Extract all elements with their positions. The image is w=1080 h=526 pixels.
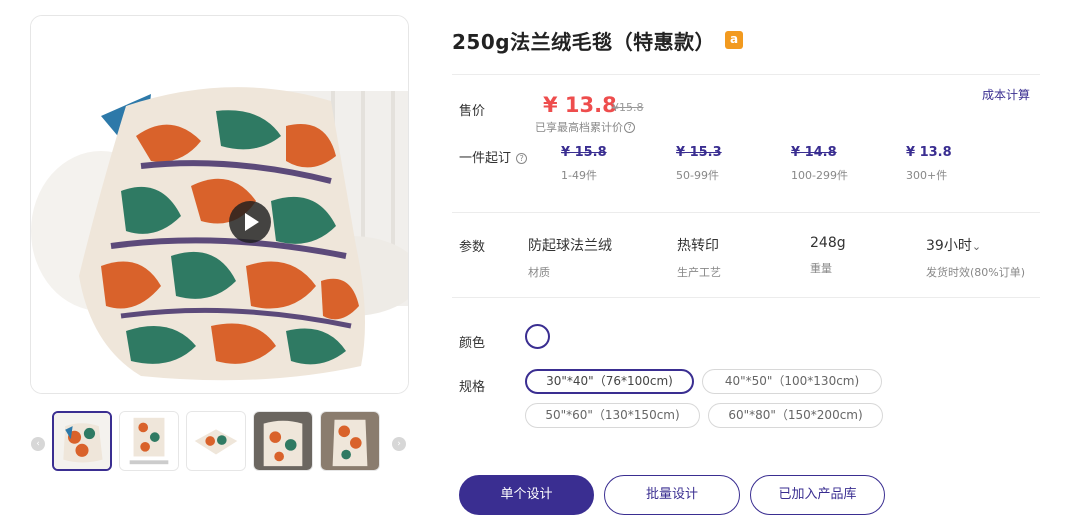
divider bbox=[452, 74, 1040, 75]
size-label: 规格 bbox=[459, 380, 486, 395]
price-tier-4: ¥ 13.8 300+件 bbox=[906, 145, 952, 183]
min-order-label-text: 一件起订 bbox=[459, 151, 512, 166]
thumbnail-3[interactable] bbox=[186, 411, 246, 471]
param-value: 248g bbox=[810, 235, 846, 251]
param-value: 热转印 bbox=[677, 238, 719, 254]
thumbnail-strip bbox=[52, 411, 382, 473]
added-to-library-button[interactable]: 已加入产品库 bbox=[750, 475, 885, 515]
param-name: 生产工艺 bbox=[677, 266, 721, 279]
help-icon[interactable]: ? bbox=[624, 122, 635, 133]
color-swatch[interactable] bbox=[525, 324, 550, 349]
tier-range: 100-299件 bbox=[791, 169, 848, 182]
size-option-3[interactable]: 50"*60"（130*150cm) bbox=[525, 403, 700, 428]
blanket-photo bbox=[31, 16, 408, 393]
param-material: 防起球法兰绒 材质 bbox=[528, 235, 612, 280]
tier-range: 1-49件 bbox=[561, 169, 597, 182]
amazon-icon: a bbox=[725, 31, 744, 49]
param-name: 材质 bbox=[528, 266, 550, 279]
param-name: 重量 bbox=[810, 262, 832, 275]
help-icon[interactable]: ? bbox=[516, 153, 528, 164]
tier-price: ¥ 14.8 bbox=[791, 145, 837, 160]
param-weight: 248g 重量 bbox=[810, 235, 846, 276]
price-tier-2: ¥ 15.3 50-99件 bbox=[676, 145, 722, 183]
batch-design-button[interactable]: 批量设计 bbox=[604, 475, 740, 515]
price-note-text: 已享最高档累计价 bbox=[535, 121, 623, 134]
param-name: 发货时效(80%订单) bbox=[926, 266, 1026, 279]
play-video-icon[interactable] bbox=[229, 201, 271, 243]
product-title: 250g法兰绒毛毯（特惠款） bbox=[452, 29, 716, 54]
cost-calculation-link[interactable]: 成本计算 bbox=[982, 86, 1030, 103]
param-value: 防起球法兰绒 bbox=[528, 238, 612, 254]
thumbnail-5[interactable] bbox=[320, 411, 380, 471]
product-title-row: 250g法兰绒毛毯（特惠款） a bbox=[452, 26, 744, 54]
divider bbox=[452, 297, 1040, 298]
original-price: ¥15.8 bbox=[612, 101, 644, 114]
thumbnail-4[interactable] bbox=[253, 411, 313, 471]
price-note: 已享最高档累计价? bbox=[535, 119, 635, 135]
product-main-image[interactable] bbox=[30, 15, 409, 394]
thumbnail-2[interactable] bbox=[119, 411, 179, 471]
tier-price: ¥ 15.3 bbox=[676, 145, 722, 160]
current-price: ¥ 13.8 bbox=[543, 93, 617, 117]
tier-price: ¥ 15.8 bbox=[561, 145, 607, 160]
params-label: 参数 bbox=[459, 240, 486, 255]
size-option-2[interactable]: 40"*50"（100*130cm) bbox=[702, 369, 882, 394]
param-shipping-time[interactable]: 39小时⌄ 发货时效(80%订单) bbox=[926, 235, 1025, 280]
tier-range: 50-99件 bbox=[676, 169, 719, 182]
price-label: 售价 bbox=[459, 104, 486, 119]
size-option-1[interactable]: 30"*40"（76*100cm) bbox=[525, 369, 694, 394]
param-value[interactable]: 39小时⌄ bbox=[926, 235, 1025, 255]
param-process: 热转印 生产工艺 bbox=[677, 235, 721, 280]
chevron-down-icon[interactable]: ⌄ bbox=[972, 240, 981, 253]
tier-range: 300+件 bbox=[906, 169, 948, 182]
price-tier-3: ¥ 14.8 100-299件 bbox=[791, 145, 848, 183]
divider bbox=[452, 212, 1040, 213]
color-label: 颜色 bbox=[459, 336, 486, 351]
single-design-button[interactable]: 单个设计 bbox=[459, 475, 594, 515]
chevron-right-icon[interactable]: › bbox=[392, 437, 406, 451]
tier-price: ¥ 13.8 bbox=[906, 145, 952, 160]
shipping-time-value: 39小时 bbox=[926, 238, 972, 254]
size-option-4[interactable]: 60"*80"（150*200cm) bbox=[708, 403, 883, 428]
price-tier-1: ¥ 15.8 1-49件 bbox=[561, 145, 607, 183]
min-order-label: 一件起订 ? bbox=[459, 147, 528, 166]
thumbnail-1[interactable] bbox=[52, 411, 112, 471]
chevron-left-icon[interactable]: ‹ bbox=[31, 437, 45, 451]
